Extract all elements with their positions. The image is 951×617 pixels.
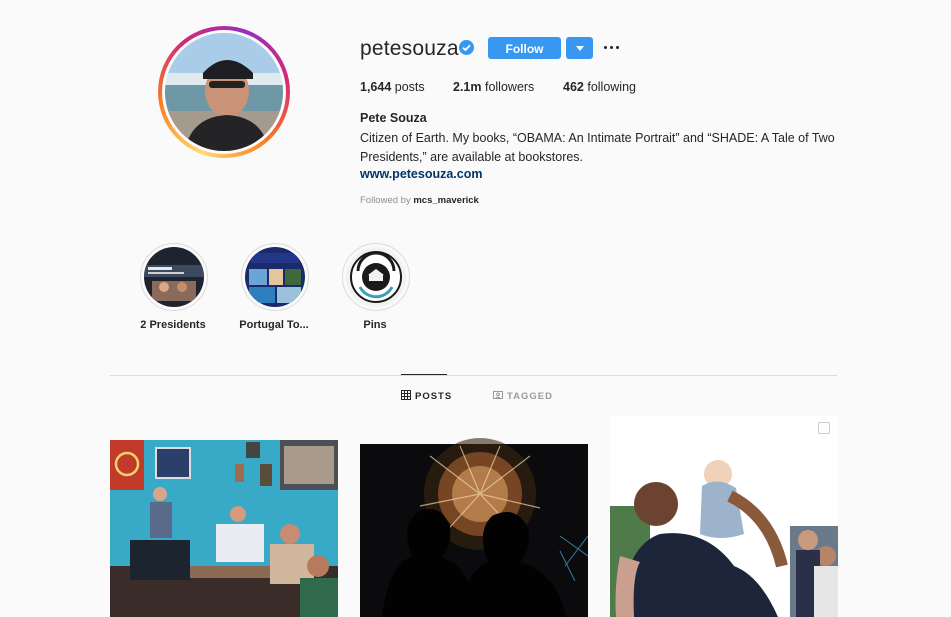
active-tab-indicator (401, 374, 447, 375)
followers-label: followers (484, 80, 535, 94)
tab-posts-label: POSTS (415, 391, 453, 402)
highlight-label: Portugal To... (239, 319, 309, 331)
tab-tagged-label: TAGGED (507, 391, 553, 402)
multiple-photos-icon (818, 422, 830, 434)
highlight-cover (144, 247, 204, 307)
following-label: following (587, 80, 636, 94)
suggestions-dropdown-button[interactable] (566, 37, 593, 59)
followed-by-prefix: Followed by (360, 195, 411, 206)
post-tile[interactable] (360, 416, 588, 617)
posts-count: 1,644 (360, 80, 392, 94)
grid-icon (401, 390, 411, 400)
highlight-label: 2 Presidents (140, 319, 206, 331)
profile-bio: Citizen of Earth. My books, “OBAMA: An I… (360, 131, 835, 164)
avatar-photo (165, 33, 283, 151)
profile-website-link[interactable]: www.petesouza.com (360, 167, 482, 181)
highlight-pins[interactable] (342, 243, 410, 311)
tag-icon (493, 391, 503, 399)
stat-followers[interactable]: 2.1m followers (453, 80, 534, 94)
post-image (360, 416, 588, 617)
chevron-down-icon (576, 46, 584, 51)
highlight-label: Pins (363, 319, 387, 331)
follow-button[interactable]: Follow (488, 37, 561, 59)
verified-badge-icon (459, 40, 474, 55)
posts-label: posts (394, 80, 425, 94)
tab-posts[interactable]: POSTS (401, 390, 452, 402)
profile-username: petesouza (360, 37, 459, 60)
following-count: 462 (563, 80, 584, 94)
post-tile[interactable] (110, 416, 338, 617)
tab-tagged[interactable]: TAGGED (493, 390, 553, 402)
more-options-icon[interactable] (603, 38, 621, 56)
followed-by-text: Followed by mcs_maverick (360, 195, 479, 206)
post-tile[interactable] (610, 416, 838, 617)
avatar[interactable] (165, 33, 283, 151)
profile-full-name: Pete Souza (360, 111, 427, 125)
stat-posts: 1,644 posts (360, 80, 425, 94)
highlight-cover (245, 247, 305, 307)
post-image (110, 416, 338, 617)
followed-by-user[interactable]: mcs_maverick (413, 195, 479, 206)
stat-following[interactable]: 462 following (563, 80, 636, 94)
tabs-divider (110, 375, 837, 376)
highlight-cover (346, 247, 406, 307)
highlight-portugal[interactable] (241, 243, 309, 311)
followers-count: 2.1m (453, 80, 482, 94)
highlight-2-presidents[interactable] (140, 243, 208, 311)
post-image (610, 416, 838, 617)
